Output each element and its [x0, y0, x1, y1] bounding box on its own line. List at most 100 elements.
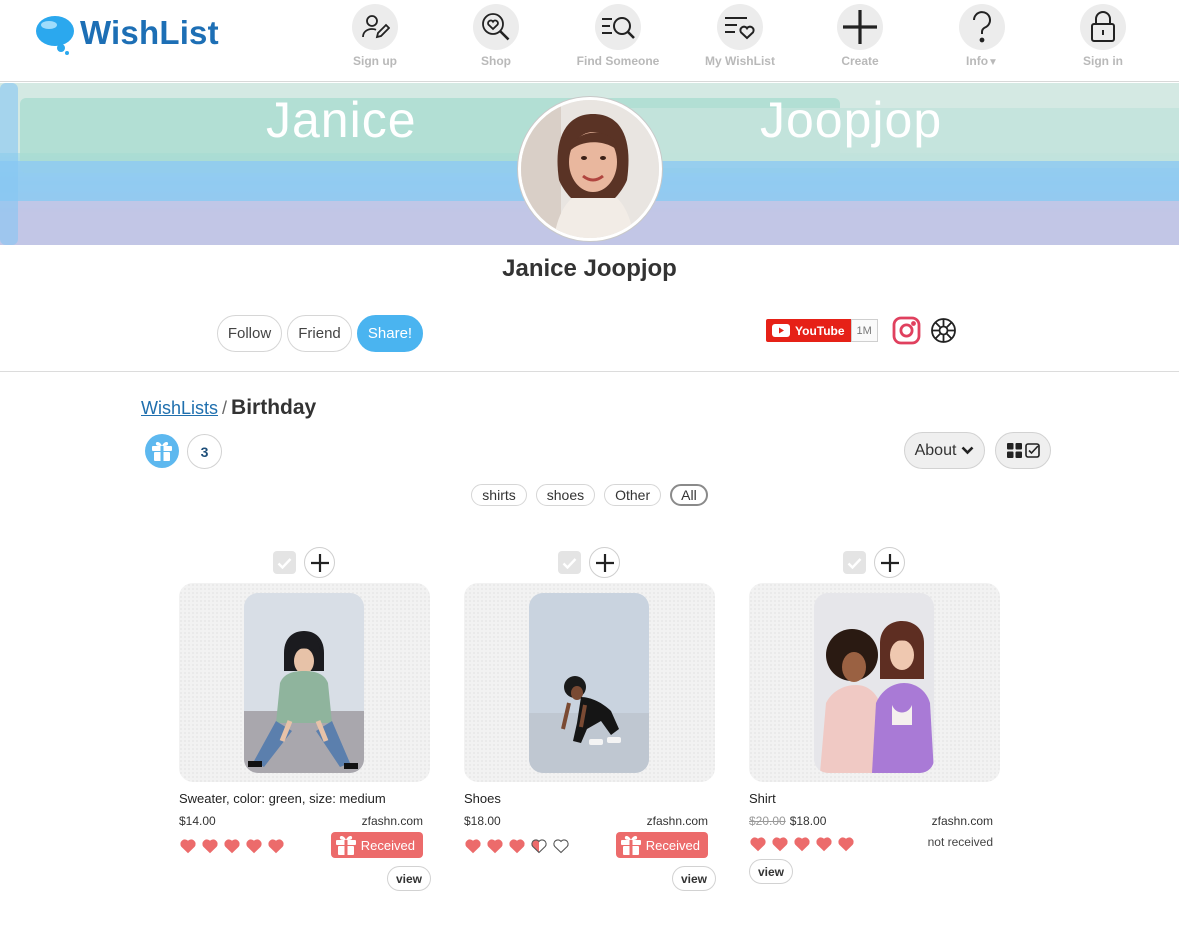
view-button[interactable]: view — [671, 866, 716, 891]
heart-full-icon — [772, 837, 788, 852]
tag-all[interactable]: All — [670, 484, 708, 506]
nav-sign-up[interactable]: Sign up — [320, 4, 430, 68]
youtube-label: YouTube — [766, 319, 851, 342]
select-checkbox[interactable] — [273, 551, 296, 574]
sign-up-icon — [352, 4, 398, 50]
item-price: $20.00 $18.00 — [749, 814, 827, 828]
nav-create[interactable]: Create — [805, 4, 915, 68]
lock-icon — [1080, 4, 1126, 50]
add-item-button[interactable] — [304, 547, 335, 578]
item-price: $14.00 — [179, 814, 216, 828]
grid-icon — [1006, 443, 1022, 458]
item-card[interactable] — [464, 583, 715, 782]
item-card[interactable] — [179, 583, 430, 782]
find-someone-icon — [595, 4, 641, 50]
item-store[interactable]: zfashn.com — [932, 814, 993, 828]
view-button[interactable]: view — [386, 866, 431, 891]
nav-sign-in[interactable]: Sign in — [1048, 4, 1158, 68]
item-tools — [273, 547, 335, 578]
speech-bubble-icon — [34, 13, 78, 55]
nav-label-info: Info▼ — [966, 54, 998, 68]
shop-heart-search-icon — [473, 4, 519, 50]
nav-find-someone[interactable]: Find Someone — [563, 4, 673, 68]
plus-icon — [595, 553, 614, 572]
view-mode-toggle[interactable] — [995, 432, 1051, 469]
nav-my-wishlist[interactable]: My WishList — [685, 4, 795, 68]
nav-info[interactable]: Info▼ — [927, 4, 1037, 68]
gift-count-badge[interactable]: 3 — [187, 434, 222, 469]
my-wishlist-icon — [717, 4, 763, 50]
item-photo[interactable] — [244, 593, 364, 773]
breadcrumb-wishlists-link[interactable]: WishLists — [141, 398, 218, 418]
heart-empty-icon — [553, 839, 569, 854]
logo-text: WishList — [80, 14, 219, 51]
nav-shop[interactable]: Shop — [441, 4, 551, 68]
friend-button[interactable]: Friend — [287, 315, 352, 352]
add-item-button[interactable] — [589, 547, 620, 578]
nav-label: Find Someone — [576, 54, 660, 68]
plus-icon — [837, 4, 883, 50]
category-filters: shirts shoes Other All — [0, 484, 1179, 506]
breadcrumb-separator: / — [222, 398, 228, 418]
select-checkbox[interactable] — [558, 551, 581, 574]
item-store[interactable]: zfashn.com — [362, 814, 423, 828]
wishlist-logo[interactable]: WishList — [34, 8, 219, 58]
wishlist-item: Sweater, color: green, size: medium $14.… — [179, 547, 431, 892]
about-dropdown[interactable]: About — [904, 432, 985, 469]
heart-half-icon — [531, 839, 547, 854]
view-button[interactable]: view — [749, 859, 794, 884]
nav-label: My WishList — [705, 54, 775, 68]
heart-full-icon — [509, 839, 525, 854]
item-tools — [843, 547, 905, 578]
profile-avatar — [518, 97, 662, 241]
heart-full-icon — [224, 839, 240, 854]
share-button[interactable]: Share! — [357, 315, 423, 352]
gift-icon — [620, 836, 641, 855]
youtube-play-icon — [772, 324, 790, 337]
heart-full-icon — [268, 839, 284, 854]
item-title: Shirt — [749, 791, 776, 806]
gift-icon — [335, 836, 356, 855]
nav-label: Shop — [481, 54, 511, 68]
item-rating — [749, 835, 855, 852]
profile-name: Janice Joopjop — [502, 255, 677, 282]
item-price: $18.00 — [464, 814, 501, 828]
item-tools — [558, 547, 620, 578]
wishlist-item: Shirt $20.00 $18.00 zfashn.com not receiv… — [749, 547, 1001, 892]
youtube-subscriber-count: 1M — [850, 319, 878, 342]
breadcrumb: WishLists / Birthday — [141, 396, 316, 420]
item-card[interactable] — [749, 583, 1000, 782]
youtube-subscribe-button[interactable]: YouTube 1M — [766, 319, 878, 342]
heart-full-icon — [246, 839, 262, 854]
item-photo[interactable] — [814, 593, 934, 773]
item-rating — [179, 837, 285, 854]
chevron-down-icon: ▼ — [988, 57, 998, 68]
heart-full-icon — [816, 837, 832, 852]
received-badge: Received — [330, 832, 423, 858]
gift-icon[interactable] — [145, 434, 179, 468]
plus-icon — [880, 553, 899, 572]
heart-full-icon — [487, 839, 503, 854]
heart-full-icon — [838, 837, 854, 852]
item-photo[interactable] — [529, 593, 649, 773]
tag-shirts[interactable]: shirts — [471, 484, 527, 506]
item-old-price: $20.00 — [749, 814, 786, 828]
heart-full-icon — [180, 839, 196, 854]
select-checkbox[interactable] — [843, 551, 866, 574]
heart-full-icon — [202, 839, 218, 854]
item-store[interactable]: zfashn.com — [647, 814, 708, 828]
wheel-icon[interactable] — [930, 317, 957, 349]
add-item-button[interactable] — [874, 547, 905, 578]
nav-label: Sign up — [353, 54, 397, 68]
follow-button[interactable]: Follow — [217, 315, 282, 352]
section-divider — [0, 371, 1179, 372]
instagram-icon[interactable] — [892, 316, 921, 350]
received-badge: Received — [615, 832, 708, 858]
heart-full-icon — [465, 839, 481, 854]
tag-other[interactable]: Other — [604, 484, 662, 506]
item-title: Sweater, color: green, size: medium — [179, 791, 386, 806]
banner-first-name: Janice — [266, 92, 417, 148]
check-square-icon — [1024, 443, 1040, 458]
tag-shoes[interactable]: shoes — [535, 484, 596, 506]
item-title: Shoes — [464, 791, 501, 806]
